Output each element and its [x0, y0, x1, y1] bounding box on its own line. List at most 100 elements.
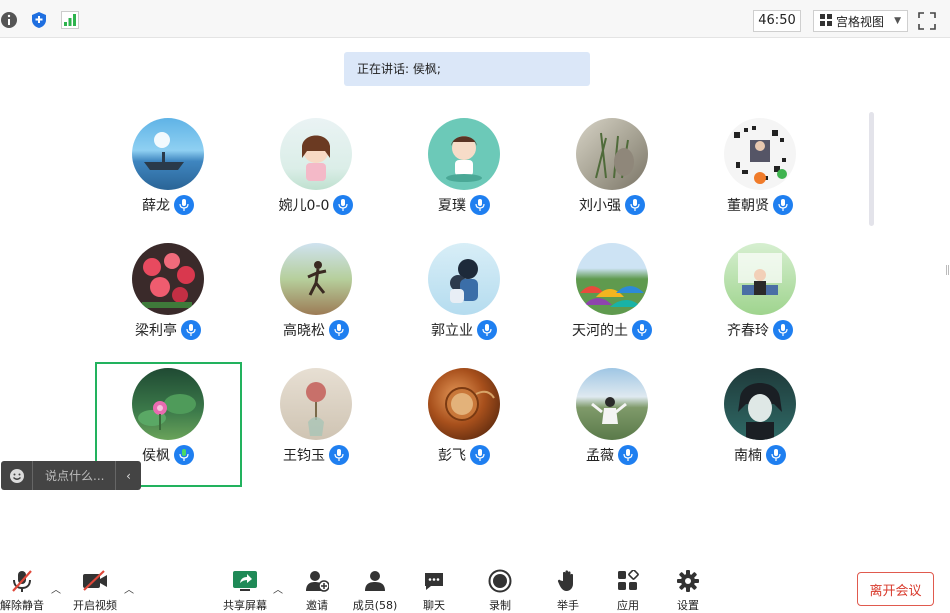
- chat-input-bar[interactable]: 说点什么... ‹: [1, 461, 141, 490]
- participant-tile[interactable]: 彭飞: [390, 363, 538, 487]
- chat-bubble-icon: [423, 567, 445, 595]
- participant-tile[interactable]: 王钧玉: [242, 363, 390, 487]
- gear-icon: [676, 567, 700, 595]
- unmute-button[interactable]: 解除静音: [0, 567, 44, 613]
- microphone-icon: [329, 320, 349, 340]
- chevron-left-icon[interactable]: ‹: [115, 461, 141, 490]
- avatar: [724, 118, 796, 190]
- avatar: [724, 368, 796, 440]
- participant-tile[interactable]: 薛龙: [94, 113, 242, 237]
- participant-tile[interactable]: 孟薇: [538, 363, 686, 487]
- participant-name: 孟薇: [586, 448, 614, 464]
- settings-button[interactable]: 设置: [674, 567, 702, 613]
- participant-name: 婉儿0-0: [278, 198, 330, 214]
- network-signal-icon[interactable]: [61, 11, 79, 29]
- chat-button[interactable]: 聊天: [420, 567, 448, 613]
- share-screen-icon: [232, 567, 258, 595]
- avatar: [576, 118, 648, 190]
- raise-hand-button[interactable]: 举手: [554, 567, 582, 613]
- grid-view-icon: [820, 13, 832, 29]
- avatar: [576, 368, 648, 440]
- active-speaker-banner: 正在讲话: 侯枫;: [344, 52, 590, 86]
- participant-tile[interactable]: 董朝贤: [686, 113, 834, 237]
- record-label: 录制: [489, 599, 511, 612]
- participant-tile[interactable]: 夏璞: [390, 113, 538, 237]
- microphone-icon: [181, 320, 201, 340]
- microphone-icon: [477, 320, 497, 340]
- microphone-icon: [174, 195, 194, 215]
- chevron-up-icon[interactable]: ︿: [273, 581, 283, 596]
- members-button[interactable]: 成员(58): [353, 567, 397, 613]
- microphone-icon: [773, 320, 793, 340]
- leave-meeting-button[interactable]: 离开会议: [857, 572, 934, 606]
- participant-name: 董朝贤: [727, 198, 769, 214]
- microphone-icon: [773, 195, 793, 215]
- share-screen-label: 共享屏幕: [223, 599, 267, 612]
- info-icon[interactable]: [0, 11, 18, 29]
- participant-name: 郭立业: [431, 323, 473, 339]
- microphone-icon: [333, 195, 354, 215]
- participant-name: 南楠: [734, 448, 762, 464]
- participant-tile[interactable]: 婉儿0-0: [242, 113, 390, 237]
- invite-button[interactable]: 邀请: [302, 567, 332, 613]
- video-off-icon: [82, 567, 108, 595]
- chat-label: 聊天: [423, 599, 445, 612]
- chevron-up-icon[interactable]: ︿: [51, 581, 61, 596]
- caret-down-icon: ▼: [894, 16, 901, 26]
- top-bar: 46:50 宫格视图 ▼: [0, 0, 950, 38]
- participant-name: 王钧玉: [283, 448, 325, 464]
- participant-tile[interactable]: 郭立业: [390, 238, 538, 362]
- avatar: [428, 243, 500, 315]
- raise-hand-label: 举手: [557, 599, 579, 612]
- participant-tile[interactable]: 刘小强: [538, 113, 686, 237]
- participant-name: 高晓松: [283, 323, 325, 339]
- avatar: [132, 243, 204, 315]
- participant-name: 彭飞: [438, 448, 466, 464]
- members-icon: [364, 567, 386, 595]
- view-label: 宫格视图: [836, 14, 885, 29]
- settings-label: 设置: [677, 599, 699, 612]
- chat-placeholder[interactable]: 说点什么...: [33, 467, 115, 484]
- avatar: [428, 118, 500, 190]
- chevron-up-icon[interactable]: ︿: [124, 581, 134, 596]
- scrollbar[interactable]: [869, 112, 874, 226]
- participant-tile[interactable]: 齐春玲: [686, 238, 834, 362]
- add-user-icon: [305, 567, 329, 595]
- apps-label: 应用: [617, 599, 639, 612]
- apps-icon: [617, 567, 639, 595]
- participant-tile[interactable]: 天河的土: [538, 238, 686, 362]
- participant-tile[interactable]: 高晓松: [242, 238, 390, 362]
- avatar: [280, 368, 352, 440]
- emoji-icon[interactable]: [1, 461, 33, 490]
- microphone-icon: [618, 445, 638, 465]
- participant-name: 刘小强: [579, 198, 621, 214]
- share-screen-button[interactable]: 共享屏幕: [222, 567, 268, 613]
- avatar: [132, 118, 204, 190]
- participant-name: 天河的土: [572, 323, 628, 339]
- start-video-button[interactable]: 开启视频: [72, 567, 118, 613]
- record-button[interactable]: 录制: [486, 567, 514, 613]
- resize-grip[interactable]: [946, 265, 949, 275]
- security-shield-icon[interactable]: [30, 11, 48, 29]
- participant-name: 梁利亭: [135, 323, 177, 339]
- participant-tile[interactable]: 南楠: [686, 363, 834, 487]
- hand-icon: [557, 567, 579, 595]
- unmute-label: 解除静音: [0, 599, 44, 612]
- microphone-icon: [470, 445, 490, 465]
- meeting-timer: 46:50: [753, 10, 801, 32]
- invite-label: 邀请: [306, 599, 328, 612]
- avatar: [428, 368, 500, 440]
- apps-button[interactable]: 应用: [614, 567, 642, 613]
- participant-name: 薛龙: [142, 198, 170, 214]
- grid-view-dropdown[interactable]: 宫格视图 ▼: [813, 10, 908, 32]
- participant-name: 夏璞: [438, 198, 466, 214]
- participant-tile[interactable]: 梁利亭: [94, 238, 242, 362]
- microphone-icon: [625, 195, 645, 215]
- fullscreen-icon[interactable]: [918, 12, 936, 30]
- avatar: [724, 243, 796, 315]
- members-label: 成员(58): [352, 599, 398, 612]
- microphone-icon: [329, 445, 349, 465]
- avatar: [576, 243, 648, 315]
- microphone-muted-icon: [11, 567, 33, 595]
- microphone-icon: [470, 195, 490, 215]
